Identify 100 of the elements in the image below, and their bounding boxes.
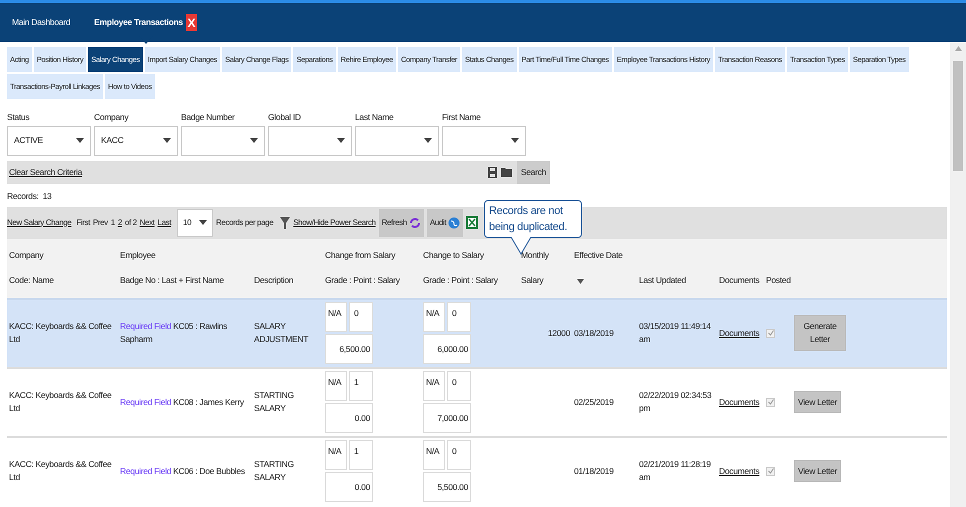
column-header: Change to Salary (423, 248, 485, 262)
salary-field[interactable]: 6,000.00 (423, 334, 471, 364)
dropdown-arrow-icon (250, 138, 258, 144)
grade-field[interactable]: N/A (423, 440, 445, 470)
monthly-salary-cell: 12000 (548, 326, 570, 340)
dropdown-arrow-icon (199, 220, 208, 225)
pager-first[interactable]: First (76, 216, 90, 228)
search-button[interactable]: Search (516, 160, 550, 184)
filter-dropdown[interactable] (268, 126, 352, 156)
last-updated-cell-text: 03/15/2019 11:49:14 am (639, 320, 712, 346)
page-count: of 2 (124, 216, 137, 228)
page-number[interactable]: 1 (110, 216, 115, 228)
column-header: Badge No : Last + First Name (120, 274, 225, 286)
globe-icon (448, 216, 460, 228)
salary-field[interactable]: 0.00 (325, 403, 373, 433)
company-cell-text: KACC: Keyboards && Coffee Ltd (9, 320, 112, 346)
dropdown-arrow-icon (337, 138, 345, 144)
column-header: Documents (719, 274, 760, 286)
power-search-link[interactable]: Show/Hide Power Search (293, 216, 376, 228)
effective-date-cell-text: 03/18/2019 (574, 326, 615, 340)
column-header: Description (254, 274, 294, 286)
column-header: Grade : Point : Salary (325, 274, 401, 286)
column-header: Salary (521, 274, 544, 286)
scroll-up-icon[interactable] (954, 46, 962, 51)
documents-link[interactable]: Documents (719, 466, 760, 476)
point-field[interactable]: 0 (349, 302, 373, 332)
employee-cell-text: Required Field KC08 : James Kerry (120, 396, 245, 408)
salary-field[interactable]: 5,500.00 (423, 472, 471, 502)
documents-link[interactable]: Documents (719, 328, 760, 338)
pager-next[interactable]: Next (140, 216, 155, 228)
nav-tab[interactable]: Main Dashboard (12, 16, 70, 29)
company-cell-text: KACC: Keyboards && Coffee Ltd (9, 389, 112, 415)
salary-field[interactable]: 6,500.00 (325, 334, 373, 364)
letter-button[interactable]: View Letter (794, 390, 842, 414)
filter-dropdown[interactable] (355, 126, 439, 156)
scrollbar-thumb[interactable] (953, 61, 963, 171)
refresh-button[interactable]: Refresh (378, 208, 424, 236)
column-header: Last Updated (639, 274, 687, 286)
effective-date-cell-text: 02/25/2019 (574, 396, 615, 408)
filter-dropdown[interactable] (442, 126, 526, 156)
description-cell-text: SALARY ADJUSTMENT (254, 320, 310, 346)
column-header: Grade : Point : Salary (423, 274, 499, 286)
grade-field[interactable]: N/A (423, 302, 445, 332)
company-cell-text: KACC: Keyboards && Coffee Ltd (9, 458, 112, 484)
point-field[interactable]: 1 (349, 371, 373, 401)
per-page-label: Records per page (216, 216, 274, 228)
filter-dropdown[interactable]: KACC (94, 126, 178, 156)
filter-label: Last Name (355, 111, 394, 124)
salary-field[interactable]: 0.00 (325, 472, 373, 502)
employee-cell-text: Required Field KC06 : Doe Bubbles (120, 464, 246, 478)
description-cell-text: STARTING SALARY (254, 458, 295, 484)
filter-label: Company (94, 111, 130, 124)
documents-link[interactable]: Documents (719, 396, 760, 407)
records-count: 13 (42, 190, 52, 202)
audit-button[interactable]: Audit (426, 208, 464, 236)
effective-date-cell-text: 01/18/2019 (574, 464, 615, 478)
funnel-icon[interactable] (280, 216, 290, 228)
point-field[interactable]: 0 (447, 302, 471, 332)
pager-last[interactable]: Last (158, 216, 172, 228)
refresh-icon (408, 216, 421, 228)
column-header: Company (9, 248, 44, 262)
close-button[interactable]: X (186, 14, 197, 31)
last-updated-cell-text: 02/21/2019 11:28:19 am (639, 458, 712, 484)
column-header: Change from Salary (325, 248, 396, 262)
save-icon[interactable] (488, 166, 497, 178)
nav-tab[interactable]: Employee Transactions (94, 16, 183, 29)
filter-dropdown[interactable] (181, 126, 265, 156)
letter-button[interactable]: View Letter (794, 460, 842, 482)
dropdown-arrow-icon (511, 138, 519, 144)
point-field[interactable]: 0 (447, 371, 471, 401)
records-label: Records: (7, 190, 39, 202)
employee-cell-text: Required Field KC05 : Rawlins Sapharm (120, 320, 228, 346)
filter-dropdown[interactable]: ACTIVE (7, 126, 91, 156)
grade-field[interactable]: N/A (325, 302, 347, 332)
grade-field[interactable]: N/A (325, 371, 347, 401)
page-number[interactable]: 2 (118, 216, 122, 228)
spreadsheet-icon[interactable] (466, 216, 478, 229)
filter-label: Status (7, 111, 30, 124)
column-header: Employee (120, 248, 156, 262)
clear-search-link[interactable]: Clear Search Criteria (9, 166, 82, 179)
letter-button[interactable]: Generate Letter (794, 315, 846, 351)
column-header: Effective Date (574, 248, 624, 262)
per-page-dropdown[interactable]: 10 (177, 208, 214, 236)
dropdown-arrow-icon (424, 138, 432, 144)
filter-label: First Name (442, 111, 482, 124)
new-salary-change-link[interactable]: New Salary Change (7, 216, 72, 228)
dropdown-arrow-icon (76, 138, 84, 144)
salary-field[interactable]: 7,000.00 (423, 403, 471, 433)
sort-arrow-icon[interactable] (577, 278, 584, 284)
point-field[interactable]: 0 (447, 440, 471, 470)
filter-label: Badge Number (181, 111, 236, 124)
pager-prev[interactable]: Prev (92, 216, 108, 228)
column-header: Code: Name (9, 274, 55, 286)
column-header: Posted (766, 274, 792, 286)
description-cell-text: STARTING SALARY (254, 389, 295, 415)
folder-icon[interactable] (500, 168, 513, 177)
grade-field[interactable]: N/A (423, 371, 445, 401)
point-field[interactable]: 1 (349, 440, 373, 470)
grade-field[interactable]: N/A (325, 440, 347, 470)
dropdown-arrow-icon (163, 138, 171, 144)
